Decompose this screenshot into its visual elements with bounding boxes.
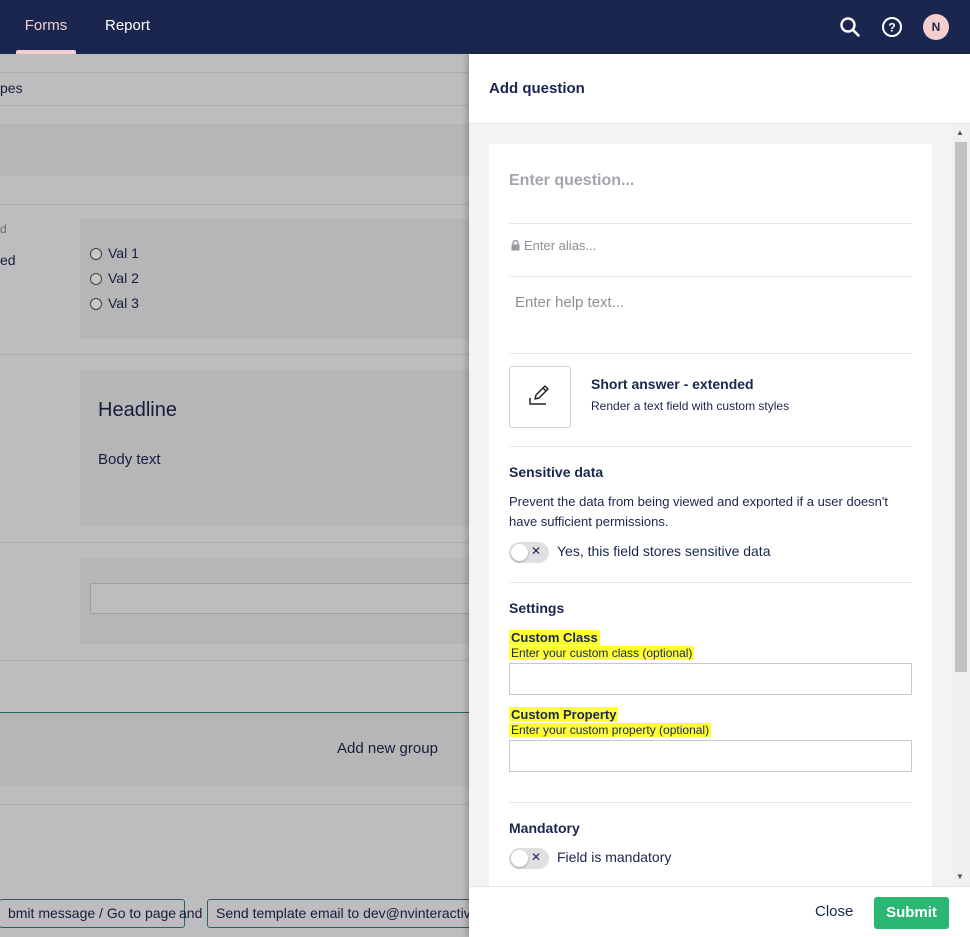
close-icon: ✕ (531, 544, 542, 558)
avatar[interactable]: N (923, 14, 949, 40)
top-nav-bar: Forms Report ? N (0, 0, 970, 54)
svg-text:?: ? (888, 21, 895, 35)
alias-input[interactable]: Enter alias... (511, 238, 596, 254)
custom-property-description: Enter your custom property (optional) (509, 723, 712, 737)
tab-forms[interactable]: Forms (16, 0, 76, 54)
mandatory-toggle[interactable]: ✕ (509, 848, 549, 869)
add-question-panel: Add question Enter question... Enter ali… (469, 54, 970, 937)
panel-header: Add question (469, 54, 970, 124)
field-type-description: Render a text field with custom styles (591, 399, 790, 413)
panel-footer: Close Submit (469, 886, 970, 937)
question-card: Enter question... Enter alias... Enter h… (489, 144, 932, 886)
field-type-name: Short answer - extended (591, 376, 754, 392)
custom-class-label: Custom Class (509, 630, 600, 645)
sensitive-data-toggle[interactable]: ✕ (509, 542, 549, 563)
custom-class-description: Enter your custom class (optional) (509, 646, 695, 660)
alias-placeholder: Enter alias... (524, 238, 597, 253)
help-text-input[interactable]: Enter help text... (515, 294, 624, 311)
sensitive-data-description: Prevent the data from being viewed and e… (509, 494, 888, 529)
sensitive-data-toggle-label: Yes, this field stores sensitive data (557, 543, 771, 559)
tab-report[interactable]: Report (105, 0, 150, 54)
mandatory-title: Mandatory (509, 820, 580, 836)
panel-body: Enter question... Enter alias... Enter h… (469, 124, 970, 886)
settings-title: Settings (509, 600, 565, 616)
panel-title: Add question (489, 80, 585, 97)
scroll-up-arrow-icon[interactable]: ▲ (956, 128, 964, 137)
help-icon[interactable]: ? (880, 15, 904, 39)
mandatory-toggle-label: Field is mandatory (557, 849, 672, 865)
scroll-down-arrow-icon[interactable]: ▼ (956, 872, 964, 881)
sensitive-data-title: Sensitive data (509, 464, 604, 480)
lock-icon (511, 239, 520, 254)
custom-property-input[interactable] (509, 740, 912, 772)
scrollbar-thumb[interactable] (955, 142, 967, 672)
close-button[interactable]: Close (815, 903, 853, 920)
question-input[interactable]: Enter question... (509, 172, 634, 190)
field-type-button[interactable] (509, 366, 571, 428)
custom-class-input[interactable] (509, 663, 912, 695)
pencil-edit-icon (528, 384, 552, 411)
custom-property-label: Custom Property (509, 707, 619, 722)
modal-overlay[interactable] (0, 54, 470, 937)
submit-button[interactable]: Submit (874, 897, 949, 929)
search-icon[interactable] (838, 15, 862, 39)
close-icon: ✕ (531, 850, 542, 864)
